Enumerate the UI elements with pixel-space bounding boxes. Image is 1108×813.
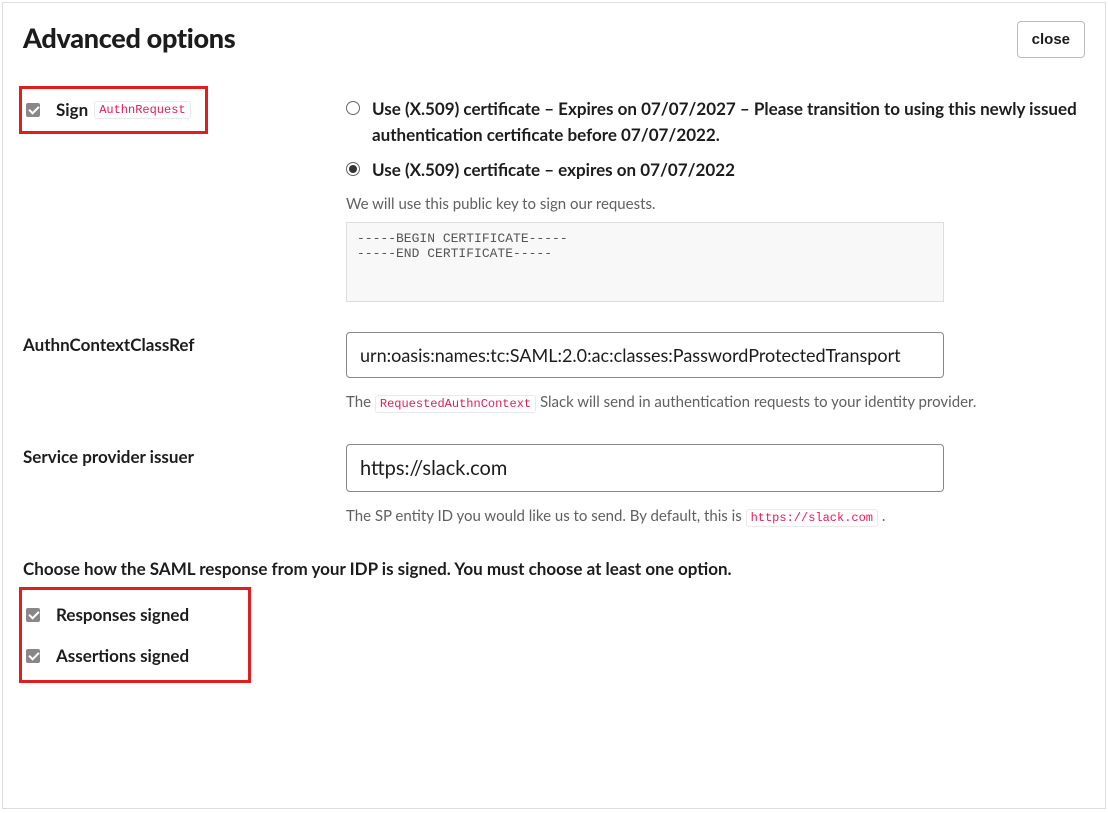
responses-signed-label-wrap[interactable]: Responses signed bbox=[26, 604, 189, 625]
authn-context-helper: The RequestedAuthnContext Slack will sen… bbox=[346, 390, 1081, 414]
sign-authn-checkbox[interactable] bbox=[26, 103, 40, 117]
advanced-options-panel: Advanced options close Sign AuthnRequest… bbox=[2, 2, 1106, 809]
requested-authn-context-code-tag: RequestedAuthnContext bbox=[375, 395, 536, 413]
sign-authn-row: Sign AuthnRequest Use (X.509) certificat… bbox=[23, 96, 1085, 302]
cert-radio-2027[interactable] bbox=[346, 101, 360, 115]
close-button[interactable]: close bbox=[1017, 21, 1085, 58]
panel-header: Advanced options close bbox=[23, 21, 1085, 58]
authn-request-code-tag: AuthnRequest bbox=[94, 101, 190, 119]
assertions-signed-label: Assertions signed bbox=[56, 645, 189, 666]
assertions-signed-item: Assertions signed bbox=[26, 645, 234, 666]
authn-context-label: AuthnContextClassRef bbox=[23, 334, 194, 355]
signing-highlight: Responses signed Assertions signed bbox=[19, 587, 251, 683]
sp-issuer-label: Service provider issuer bbox=[23, 446, 194, 467]
cert-radio-row-1: Use (X.509) certificate – Expires on 07/… bbox=[346, 96, 1081, 147]
sign-authn-label[interactable]: Sign AuthnRequest bbox=[26, 99, 191, 120]
page-title: Advanced options bbox=[23, 21, 235, 54]
authn-context-input[interactable] bbox=[346, 332, 944, 378]
responses-signed-checkbox[interactable] bbox=[26, 608, 40, 622]
sp-issuer-row: Service provider issuer The SP entity ID… bbox=[23, 444, 1085, 528]
cert-radio-row-2: Use (X.509) certificate – expires on 07/… bbox=[346, 157, 1081, 183]
sp-issuer-helper: The SP entity ID you would like us to se… bbox=[346, 504, 1081, 528]
assertions-signed-label-wrap[interactable]: Assertions signed bbox=[26, 645, 189, 666]
signing-instruction: Choose how the SAML response from your I… bbox=[23, 558, 1085, 579]
sign-authn-highlight: Sign AuthnRequest bbox=[19, 86, 208, 134]
authn-context-row: AuthnContextClassRef The RequestedAuthnC… bbox=[23, 332, 1085, 414]
responses-signed-label: Responses signed bbox=[56, 604, 189, 625]
sp-issuer-input[interactable] bbox=[346, 444, 944, 492]
cert-radio-2027-label: Use (X.509) certificate – Expires on 07/… bbox=[372, 96, 1081, 147]
sign-authn-label-text: Sign bbox=[56, 99, 88, 120]
assertions-signed-checkbox[interactable] bbox=[26, 649, 40, 663]
cert-radio-2022-label: Use (X.509) certificate – expires on 07/… bbox=[372, 157, 735, 183]
responses-signed-item: Responses signed bbox=[26, 604, 234, 625]
sp-issuer-default-code-tag: https://slack.com bbox=[746, 509, 878, 527]
cert-radio-2022[interactable] bbox=[346, 162, 360, 176]
cert-textarea[interactable]: -----BEGIN CERTIFICATE----- -----END CER… bbox=[346, 222, 944, 302]
cert-helper-text: We will use this public key to sign our … bbox=[346, 193, 1081, 216]
